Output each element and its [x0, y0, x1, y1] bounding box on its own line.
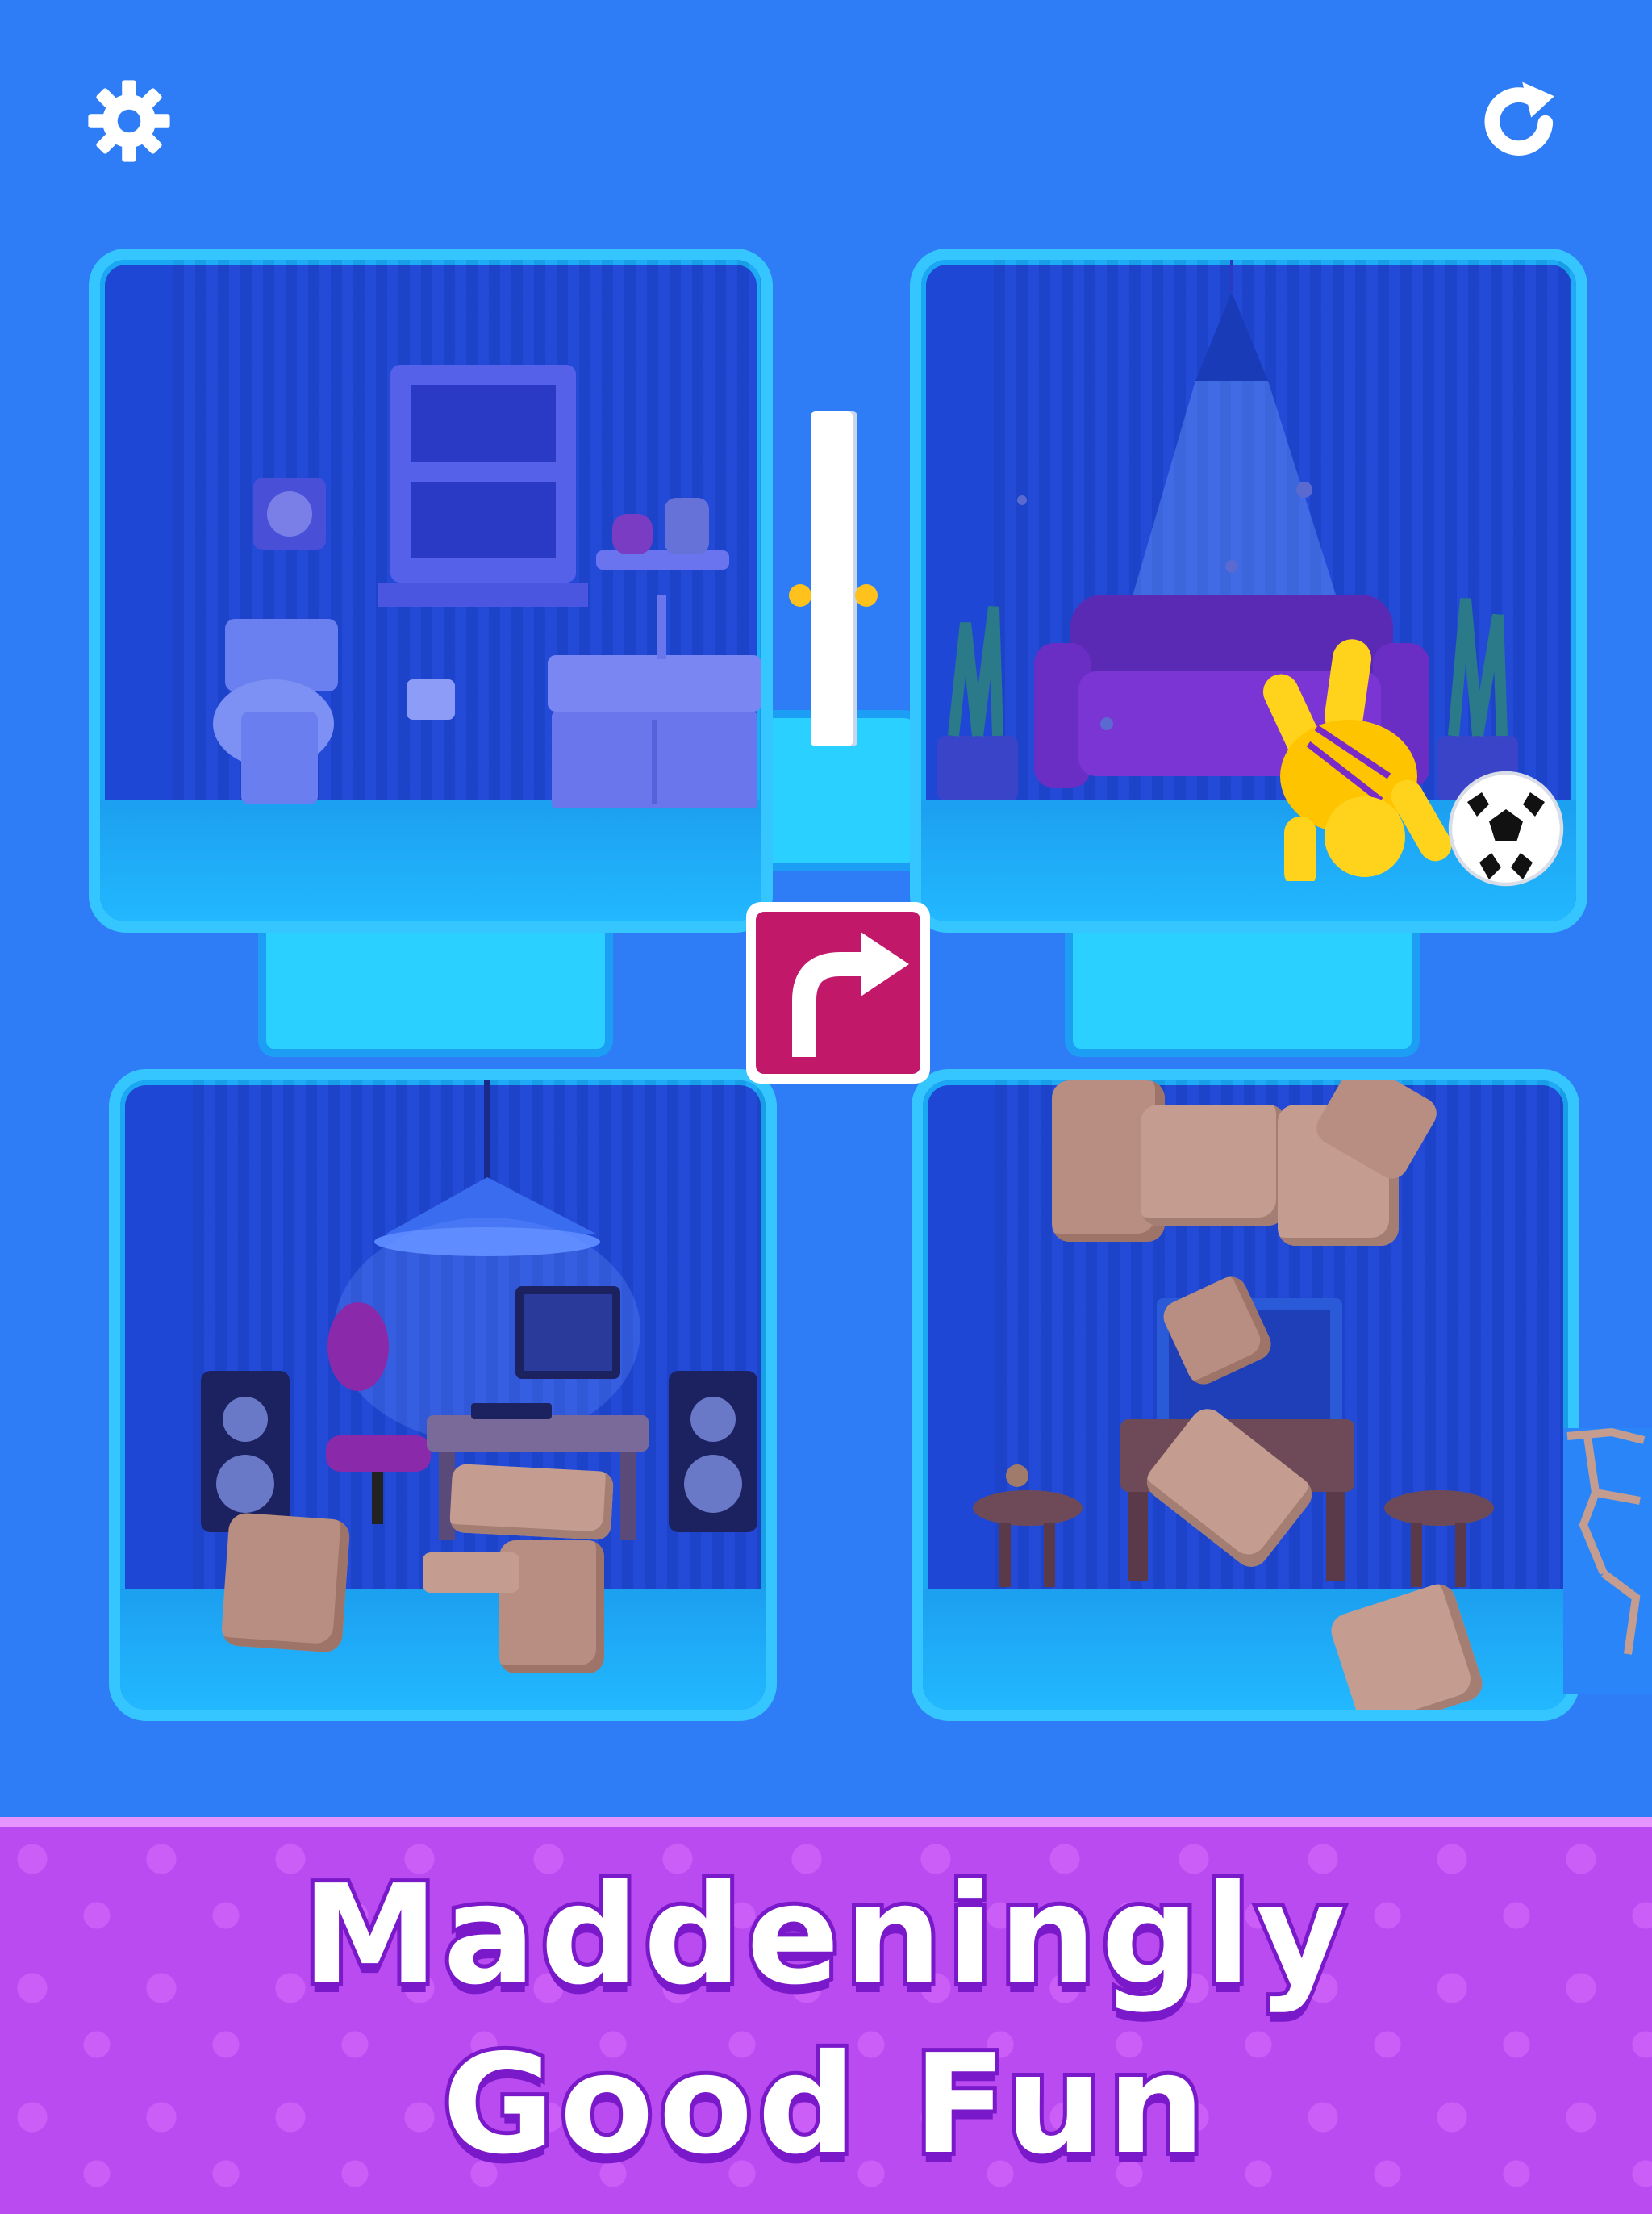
cracked-wall	[1563, 1428, 1652, 1694]
door-knob	[789, 584, 811, 607]
restart-button[interactable]	[1476, 77, 1565, 165]
door-knob	[855, 584, 878, 607]
room-office	[109, 1069, 777, 1721]
door[interactable]	[811, 411, 853, 746]
office-props	[201, 1080, 757, 1540]
room-bathroom	[89, 249, 773, 933]
gear-icon	[88, 80, 170, 162]
tagline-line-2: Good Fun	[438, 2021, 1210, 2189]
ragdoll-character[interactable]	[1252, 639, 1462, 881]
bathroom-props	[213, 365, 761, 808]
turn-sign[interactable]	[746, 902, 930, 1084]
cardboard-box[interactable]	[448, 1463, 615, 1541]
cardboard-box[interactable]	[220, 1511, 351, 1654]
cardboard-box[interactable]	[1141, 1105, 1286, 1226]
room-living	[910, 249, 1587, 933]
tagline-line-1: Maddeningly	[298, 1852, 1350, 2020]
restart-icon	[1484, 81, 1554, 156]
turn-right-arrow-icon	[792, 932, 909, 1057]
settings-button[interactable]	[85, 77, 173, 165]
soccer-ball[interactable]	[1446, 768, 1566, 889]
room-dining	[912, 1069, 1579, 1721]
cardboard-box[interactable]	[423, 1552, 519, 1593]
